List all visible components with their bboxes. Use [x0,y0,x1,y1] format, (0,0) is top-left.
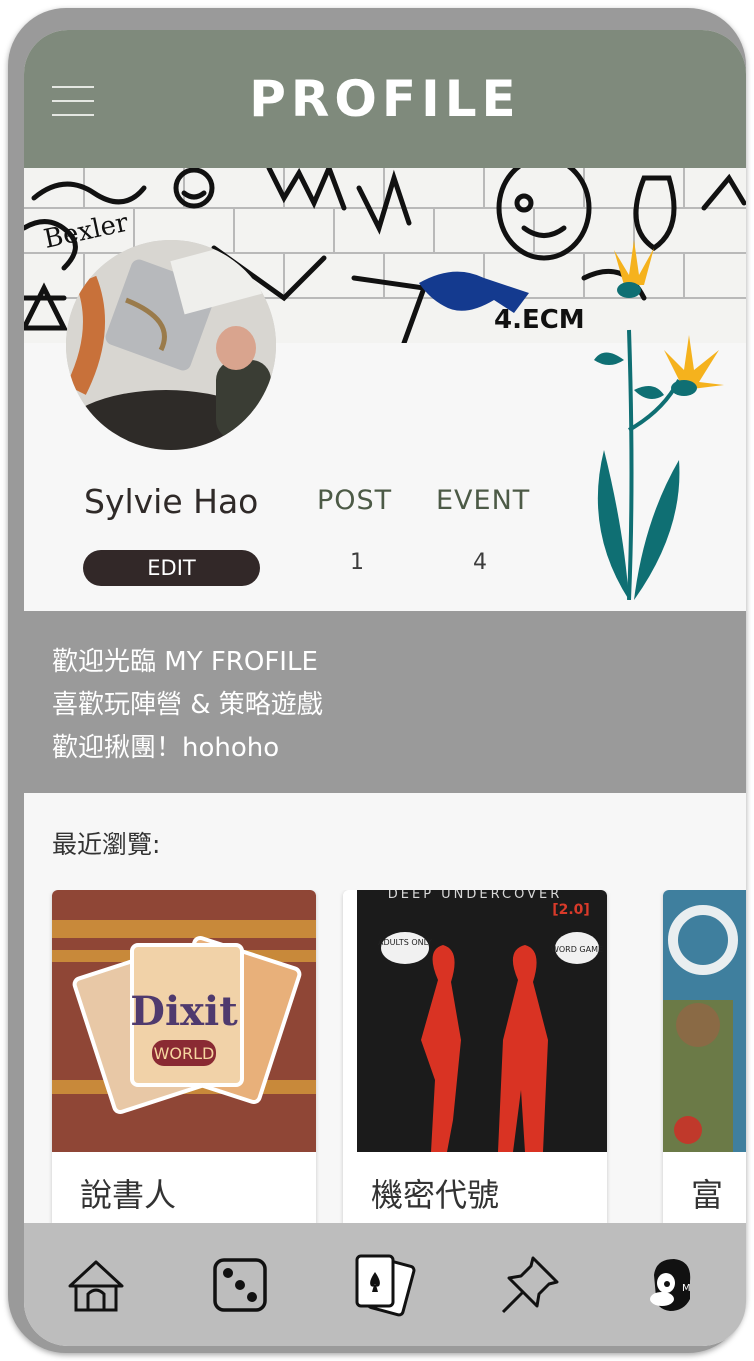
bio-section: 歡迎光臨 MY FROFILE 喜歡玩陣營 & 策略遊戲 歡迎揪團！hohoho [24,611,746,793]
game-card-title: 說書人 [80,1176,177,1214]
post-count: 1 [350,550,364,575]
recently-viewed-carousel[interactable]: Dixit WORLD 說書人 DEEP UNDERCOVER [2.0] AD… [24,890,746,1230]
word-game-bubble: WORD GAME [551,945,603,954]
pushpin-icon [501,1256,559,1314]
app-screen: PROFILE Bexler 4.ECM Sylvie Hao POST EVE… [24,30,746,1346]
svg-text:M: M [682,1283,691,1294]
svg-text:4.ECM: 4.ECM [494,305,585,335]
game-card-title: 富 [691,1176,724,1214]
phone-frame: PROFILE Bexler 4.ECM Sylvie Hao POST EVE… [8,8,746,1353]
nav-cards-button[interactable] [348,1249,420,1321]
game-card[interactable]: Dixit WORLD 說書人 [52,890,316,1230]
game-cover-partial [663,890,746,1152]
bio-line: 喜歡玩陣營 & 策略遊戲 [52,690,323,720]
dixit-logo-text: Dixit [130,988,238,1035]
game-cover-dixit: Dixit WORLD [52,890,316,1152]
avatar[interactable] [66,240,276,450]
adults-only-bubble: ADULTS ONLY [378,938,432,947]
post-stat-label: POST [317,485,393,516]
nav-home-button[interactable] [60,1249,132,1321]
event-count: 4 [473,550,487,575]
bottom-navigation: M [24,1223,746,1346]
nav-games-button[interactable] [204,1249,276,1321]
edit-profile-button[interactable]: EDIT [83,550,260,586]
cover-banner-text: DEEP UNDERCOVER [388,890,562,902]
flower-illustration [584,230,734,601]
nav-pinned-button[interactable] [494,1249,566,1321]
playing-cards-icon [355,1254,416,1317]
game-cover-codenames: DEEP UNDERCOVER [2.0] ADULTS ONLY WORD G… [343,890,607,1152]
shark-sticker [419,271,529,313]
hut-icon [68,1260,124,1312]
recently-viewed-heading: 最近瀏覽: [52,830,161,859]
profile-name: Sylvie Hao [84,482,259,521]
bio-line: 歡迎光臨 MY FROFILE [52,647,318,677]
top-app-bar: PROFILE [24,30,746,168]
game-card[interactable]: 富 [663,890,746,1230]
game-card-title: 機密代號 [371,1176,500,1214]
dice-icon [213,1258,267,1312]
svg-text:Bexler: Bexler [41,208,131,255]
game-card[interactable]: DEEP UNDERCOVER [2.0] ADULTS ONLY WORD G… [343,890,607,1230]
page-title: PROFILE [249,70,521,128]
dixit-world-badge: WORLD [154,1044,215,1063]
event-stat-label: EVENT [436,485,531,516]
nav-profile-button[interactable]: M [636,1249,708,1321]
avatar-face-icon: M [650,1259,691,1311]
cover-version-text: [2.0] [552,902,590,918]
bio-line: 歡迎揪團！hohoho [52,733,280,763]
